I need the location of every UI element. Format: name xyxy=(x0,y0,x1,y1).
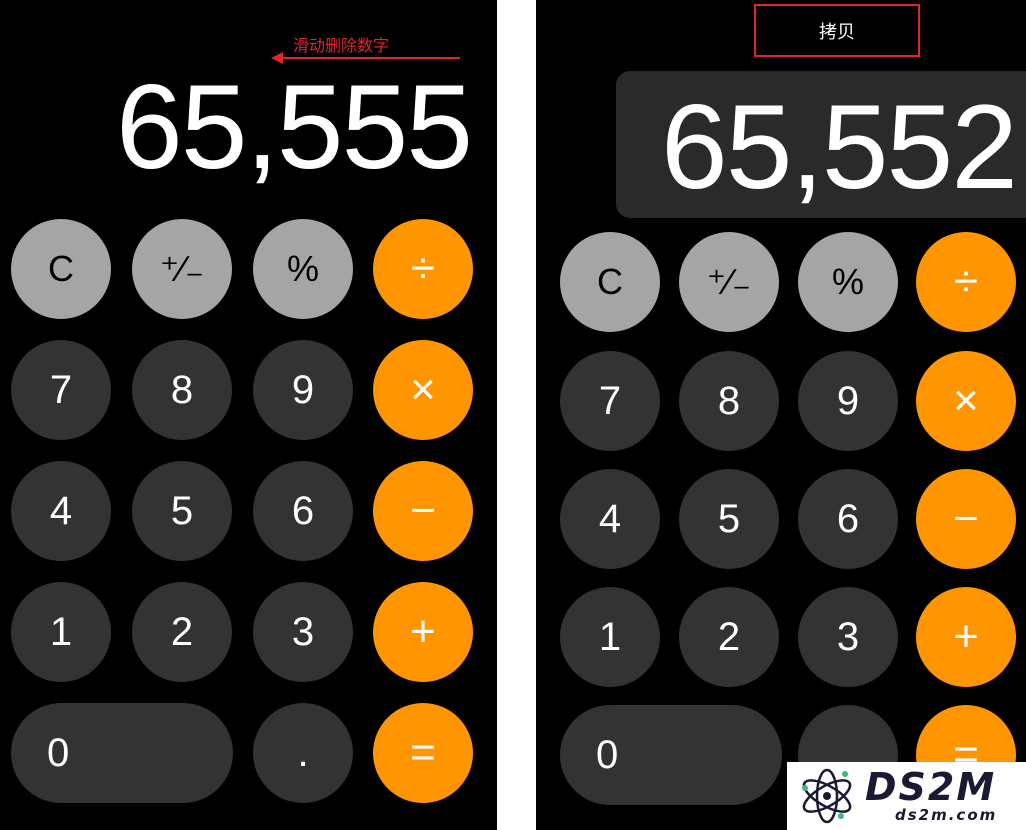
digit-2-button[interactable]: 2 xyxy=(132,582,232,682)
swipe-delete-annotation: 滑动删除数字 xyxy=(293,36,390,55)
digit-6-button[interactable]: 6 xyxy=(798,469,898,569)
percent-button[interactable]: % xyxy=(798,232,898,332)
bottom-bar xyxy=(580,816,780,830)
digit-5-button[interactable]: 5 xyxy=(679,469,779,569)
digit-9-button[interactable]: 9 xyxy=(253,340,353,440)
equals-button[interactable]: = xyxy=(373,703,473,803)
subtract-button[interactable]: − xyxy=(916,469,1016,569)
multiply-button[interactable]: × xyxy=(916,351,1016,451)
digit-3-button[interactable]: 3 xyxy=(798,587,898,687)
digit-5-button[interactable]: 5 xyxy=(132,461,232,561)
watermark: DS2M ds2m.com xyxy=(787,762,1026,830)
sign-toggle-button[interactable]: ⁺∕₋ xyxy=(132,219,232,319)
add-button[interactable]: + xyxy=(916,587,1016,687)
decimal-button[interactable]: . xyxy=(253,703,353,803)
digit-8-button[interactable]: 8 xyxy=(132,340,232,440)
multiply-button[interactable]: × xyxy=(373,340,473,440)
digit-8-button[interactable]: 8 xyxy=(679,351,779,451)
screenshot-comparison: 滑动删除数字 65,555 C ⁺∕₋ % ÷ 7 8 9 × 4 5 6 − … xyxy=(0,0,1026,830)
digit-9-button[interactable]: 9 xyxy=(798,351,898,451)
digit-1-button[interactable]: 1 xyxy=(560,587,660,687)
add-button[interactable]: + xyxy=(373,582,473,682)
digit-0-button[interactable]: 0 xyxy=(11,703,233,803)
left-calculator: 滑动删除数字 65,555 C ⁺∕₋ % ÷ 7 8 9 × 4 5 6 − … xyxy=(0,0,497,830)
copy-popup-button[interactable]: 拷贝 xyxy=(754,4,920,57)
digit-4-button[interactable]: 4 xyxy=(560,469,660,569)
divide-button[interactable]: ÷ xyxy=(916,232,1016,332)
atom-logo-icon xyxy=(802,768,852,824)
percent-button[interactable]: % xyxy=(253,219,353,319)
divide-button[interactable]: ÷ xyxy=(373,219,473,319)
sign-toggle-button[interactable]: ⁺∕₋ xyxy=(679,232,779,332)
watermark-brand: DS2M xyxy=(865,765,997,809)
swipe-arrow-line xyxy=(282,57,460,59)
clear-button[interactable]: C xyxy=(560,232,660,332)
digit-0-button[interactable]: 0 xyxy=(560,705,782,805)
digit-7-button[interactable]: 7 xyxy=(11,340,111,440)
calculator-display[interactable]: 65,555 xyxy=(116,62,473,192)
digit-4-button[interactable]: 4 xyxy=(11,461,111,561)
digit-3-button[interactable]: 3 xyxy=(253,582,353,682)
calculator-display[interactable]: 65,552 xyxy=(661,82,1018,212)
digit-1-button[interactable]: 1 xyxy=(11,582,111,682)
right-calculator: 拷贝 65,552 C ⁺∕₋ % ÷ 7 8 9 × 4 5 6 − 1 2 … xyxy=(536,0,1026,830)
digit-6-button[interactable]: 6 xyxy=(253,461,353,561)
clear-button[interactable]: C xyxy=(11,219,111,319)
digit-2-button[interactable]: 2 xyxy=(679,587,779,687)
watermark-domain: ds2m.com xyxy=(895,806,998,824)
subtract-button[interactable]: − xyxy=(373,461,473,561)
digit-7-button[interactable]: 7 xyxy=(560,351,660,451)
